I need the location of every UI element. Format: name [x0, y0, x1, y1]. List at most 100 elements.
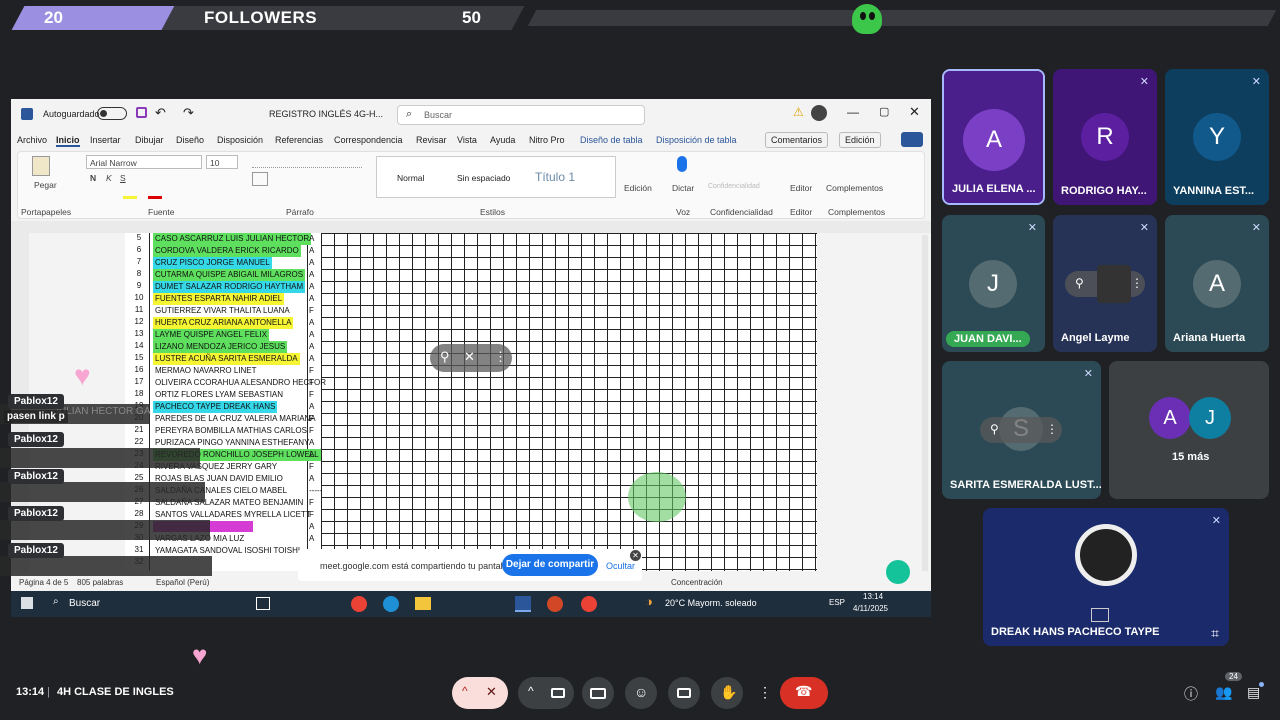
student-name[interactable]: HUERTA CRUZ ARIANA ANTONELLA — [153, 317, 294, 329]
vertical-scrollbar[interactable] — [922, 235, 928, 571]
align-left-button[interactable] — [252, 172, 268, 186]
powerpoint-icon[interactable] — [547, 596, 563, 612]
student-name[interactable]: LAYME QUISPE ANGEL FELIX — [153, 329, 270, 341]
student-name[interactable]: PEREYRA BOMBILLA MATHIAS CARLOS — [153, 425, 309, 437]
participant-tile-sarita[interactable]: ✕ S ⚲ ⋮ SARITA ESMERALDA LUST... — [942, 361, 1101, 499]
attendance-mark[interactable]: A — [309, 473, 314, 485]
attendance-mark[interactable]: F — [309, 377, 314, 389]
addins-button[interactable]: Complementos — [826, 183, 883, 193]
attendance-mark[interactable]: A — [309, 293, 314, 305]
participant-tile-julia[interactable]: A JULIA ELENA ... — [942, 69, 1045, 205]
paste-button[interactable]: Pegar — [34, 180, 57, 190]
edge-icon[interactable] — [383, 596, 399, 612]
tab-archivo[interactable]: Archivo — [17, 135, 47, 145]
chrome-icon[interactable] — [581, 596, 597, 612]
attendance-mark[interactable]: F — [309, 497, 314, 509]
minimize-icon[interactable]: — — [847, 105, 859, 119]
pin-off-icon[interactable]: ⚲ — [440, 349, 450, 365]
highlight-color-button[interactable] — [123, 196, 137, 199]
student-name[interactable]: CUTARMA QUISPE ABIGAIL MILAGROS — [153, 269, 306, 281]
maximize-icon[interactable]: ▢ — [879, 105, 889, 118]
attendance-mark[interactable]: A — [309, 269, 314, 281]
attendance-mark[interactable]: A — [309, 449, 314, 461]
people-icon[interactable]: 👥 — [1215, 684, 1232, 701]
camera-toggle-button[interactable] — [518, 677, 574, 709]
dictate-button[interactable]: Dictar — [672, 183, 694, 193]
attendance-mark[interactable]: A — [309, 281, 314, 293]
attendance-mark[interactable]: F — [309, 461, 314, 473]
tab-referencias[interactable]: Referencias — [275, 135, 323, 145]
sensitivity-button[interactable]: Confidencialidad — [708, 183, 760, 190]
attendance-mark[interactable]: A — [309, 233, 314, 245]
student-name[interactable]: LIZANO MENDOZA JERICO JESUS — [153, 341, 288, 353]
more-participants-tile[interactable]: A J 15 más — [1109, 361, 1269, 499]
font-size-select[interactable]: 10 — [206, 155, 238, 169]
attendance-mark[interactable]: A — [309, 257, 314, 269]
student-name[interactable]: CORDOVA VALDERA ERICK RICARDO — [153, 245, 301, 257]
attendance-mark[interactable]: A — [309, 437, 314, 449]
share-button[interactable] — [901, 132, 923, 147]
tab-disposicion-tabla[interactable]: Disposición de tabla — [656, 135, 737, 145]
save-icon[interactable] — [136, 107, 147, 118]
tab-vista[interactable]: Vista — [457, 135, 477, 145]
student-name[interactable]: MERMAO NAVARRO LINET — [153, 365, 259, 377]
windows-start-icon[interactable] — [21, 597, 33, 609]
pin-icon[interactable]: ⚲ — [1075, 276, 1084, 290]
tab-insertar[interactable]: Insertar — [90, 135, 121, 145]
attendance-mark[interactable]: F — [309, 365, 314, 377]
warning-icon[interactable]: ⚠ — [793, 105, 804, 119]
participant-tile-yannina[interactable]: ✕ Y YANNINA EST... — [1165, 69, 1269, 205]
language-indicator[interactable]: Español (Perú) — [156, 578, 209, 587]
focus-mode-button[interactable]: Concentración — [671, 578, 723, 587]
chat-icon[interactable]: ▤ — [1247, 684, 1260, 701]
attendance-mark[interactable]: F — [309, 425, 314, 437]
tab-ayuda[interactable]: Ayuda — [490, 135, 515, 145]
participant-tile-ariana[interactable]: ✕ A Ariana Huerta — [1165, 215, 1269, 352]
tab-diseno[interactable]: Diseño — [176, 135, 204, 145]
keyboard-language[interactable]: ESP — [829, 598, 845, 607]
attendance-mark[interactable]: F — [309, 305, 314, 317]
more-options-icon[interactable]: ⋮ — [1131, 276, 1143, 290]
more-options-icon[interactable]: ⋮ — [494, 349, 507, 365]
info-icon[interactable]: ⓘ — [1184, 684, 1198, 704]
attendance-mark[interactable]: A — [309, 341, 314, 353]
crop-icon[interactable]: ⌗ — [1211, 625, 1219, 642]
file-explorer-icon[interactable] — [415, 597, 431, 610]
student-name[interactable]: FUENTES ESPARTA NAHIR ADIEL — [153, 293, 285, 305]
attendance-mark[interactable]: F — [309, 509, 314, 521]
tab-nitro-pro[interactable]: Nitro Pro — [529, 135, 565, 145]
attendance-mark[interactable]: F — [309, 389, 314, 401]
tab-disposicion[interactable]: Disposición — [217, 135, 263, 145]
mic-off-icon[interactable]: ✕ — [464, 349, 475, 365]
tab-revisar[interactable]: Revisar — [416, 135, 447, 145]
paste-icon[interactable] — [32, 156, 50, 176]
italic-button[interactable]: K — [106, 173, 112, 183]
participant-tile-rodrigo[interactable]: ✕ R RODRIGO HAY... — [1053, 69, 1157, 205]
tab-correspondencia[interactable]: Correspondencia — [334, 135, 403, 145]
grammarly-icon[interactable] — [886, 560, 910, 584]
student-name[interactable]: PACHECO TAYPE DREAK HANS — [153, 401, 278, 413]
style-normal[interactable]: Normal — [397, 173, 424, 183]
student-name[interactable]: CRUZ PISCO JORGE MANUEL — [153, 257, 272, 269]
task-view-icon[interactable] — [256, 597, 270, 610]
underline-button[interactable]: S — [120, 173, 126, 183]
attendance-mark[interactable]: A — [309, 317, 314, 329]
tab-inicio[interactable]: Inicio — [56, 135, 80, 147]
participant-tile-dreak[interactable]: ✕ DREAK HANS PACHECO TAYPE ⌗ — [983, 508, 1229, 646]
comments-button[interactable]: Comentarios — [765, 132, 829, 148]
font-name-select[interactable]: Arial Narrow — [86, 155, 202, 169]
close-icon[interactable]: ✕ — [630, 550, 641, 561]
style-no-spacing[interactable]: Sin espaciado — [457, 173, 510, 183]
user-avatar[interactable] — [811, 105, 827, 121]
close-icon[interactable]: ✕ — [909, 104, 920, 120]
student-name[interactable]: OLIVEIRA CCORAHUA ALESANDRO HECTOR — [153, 377, 328, 389]
word-taskbar-icon[interactable] — [515, 596, 531, 612]
student-name[interactable]: LUSTRE ACUÑA SARITA ESMERALDA — [153, 353, 300, 365]
attendance-mark[interactable]: A — [309, 401, 314, 413]
chevron-up-icon[interactable]: ^ — [462, 684, 468, 698]
chevron-up-icon[interactable]: ^ — [528, 684, 534, 698]
mic-toggle-button[interactable] — [452, 677, 508, 709]
redo-icon[interactable]: ↷ — [183, 105, 194, 121]
stop-sharing-button[interactable]: Dejar de compartir — [502, 554, 598, 576]
edit-button[interactable]: Edición — [624, 183, 652, 193]
